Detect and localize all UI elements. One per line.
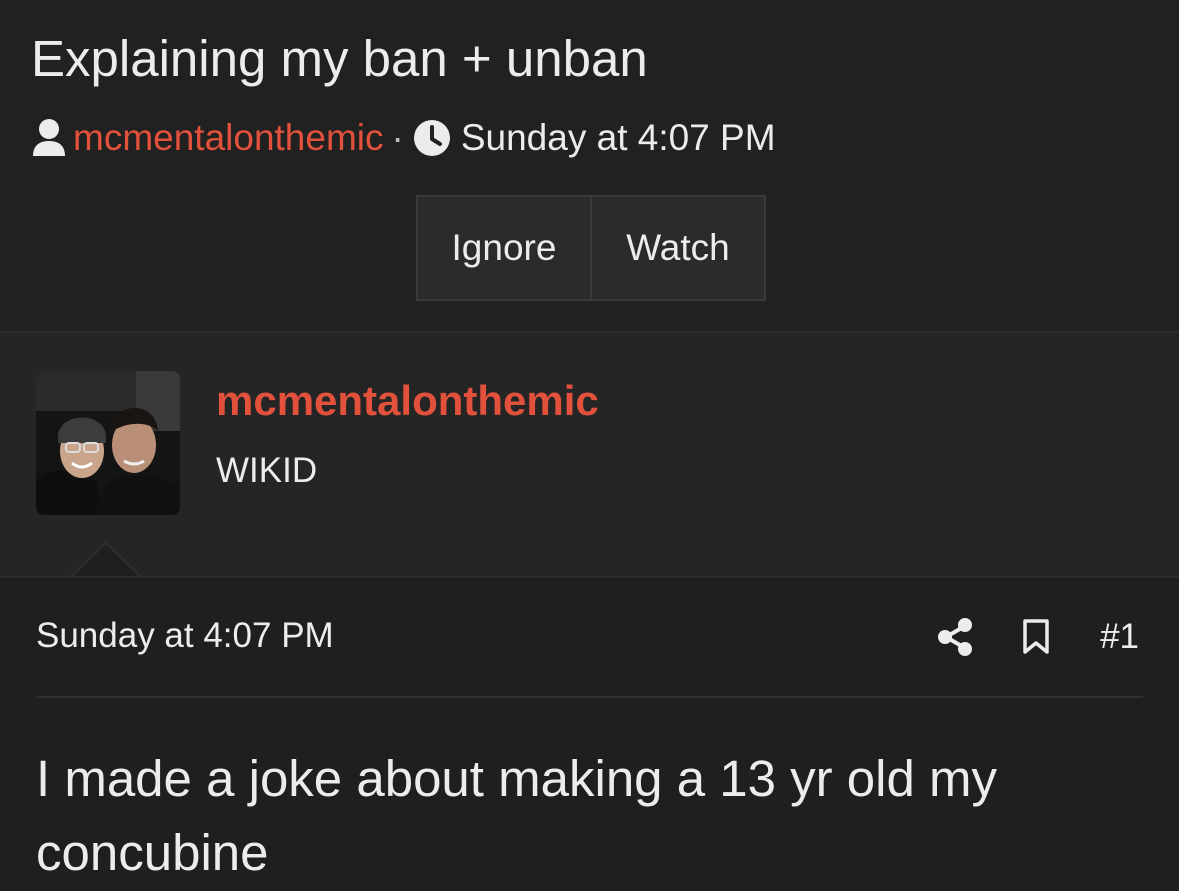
post-user-block: mcmentalonthemic WIKID: [0, 333, 1179, 576]
thread-header: Explaining my ban + unban mcmentalonthem…: [0, 0, 1179, 332]
post-date[interactable]: Sunday at 4:07 PM: [36, 616, 334, 656]
thread-date[interactable]: Sunday at 4:07 PM: [461, 117, 776, 159]
avatar[interactable]: [36, 371, 180, 515]
clock-icon: [413, 119, 451, 157]
bookmark-icon[interactable]: [1022, 618, 1050, 656]
user-title: WIKID: [216, 451, 318, 490]
thread-action-buttons: Ignore Watch: [416, 195, 766, 301]
post-username[interactable]: mcmentalonthemic: [216, 377, 599, 425]
user-icon: [31, 118, 67, 158]
ignore-button[interactable]: Ignore: [418, 197, 592, 299]
message-arrow: [70, 542, 142, 578]
watch-button[interactable]: Watch: [592, 197, 764, 299]
thread-meta: mcmentalonthemic · Sunday at 4:07 PM: [31, 113, 776, 163]
post-actions: #1: [938, 614, 1139, 660]
share-icon[interactable]: [938, 618, 974, 656]
post-number-link[interactable]: #1: [1100, 617, 1139, 657]
post-divider: [36, 696, 1143, 698]
meta-separator: ·: [391, 117, 404, 158]
thread-title: Explaining my ban + unban: [31, 30, 648, 87]
post-content: Sunday at 4:07 PM #1 I made a joke about…: [0, 578, 1179, 891]
post-body: I made a joke about making a 13 yr old m…: [36, 750, 998, 881]
thread-author-link[interactable]: mcmentalonthemic: [73, 117, 384, 159]
